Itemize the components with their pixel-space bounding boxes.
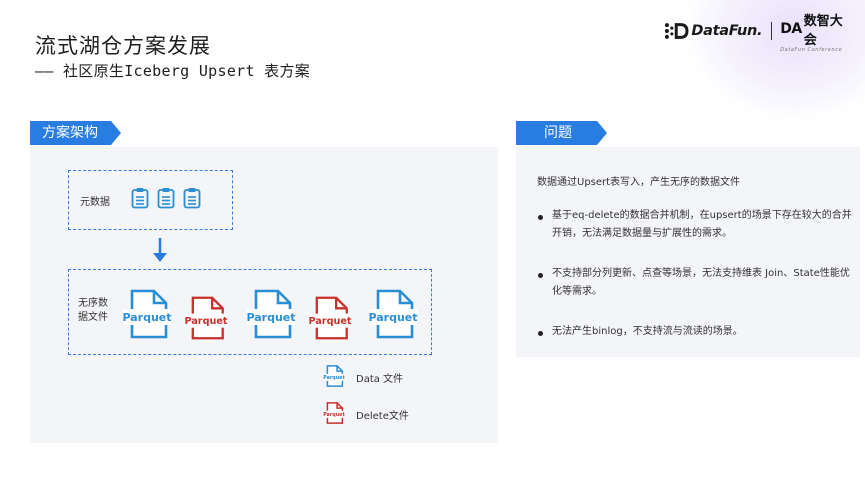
legend-delete-file-icon: Parquet (323, 402, 345, 424)
parquet-data-file-icon: Parquet (122, 289, 172, 339)
problem-item: 基于eq-delete的数据合并机制，在upsert的场景下存在较大的合并开销，… (552, 210, 852, 239)
problems-tag: 问题 (516, 121, 607, 145)
parquet-label: Parquet (323, 412, 345, 418)
clipboard-icon (183, 188, 201, 209)
parquet-label: Parquet (122, 311, 171, 324)
down-arrow-icon (153, 238, 167, 262)
slide-title: 流式湖仓方案发展 (35, 34, 211, 58)
brand-logo: DataFun. DA 数智大会 DataFun Conference (664, 14, 854, 53)
da-sub-text: DataFun Conference (780, 46, 843, 53)
da-conference-logo: DA 数智大会 DataFun Conference (780, 10, 854, 53)
legend-data-label: Data 文件 (356, 374, 404, 385)
parquet-data-file-icon: Parquet (246, 289, 296, 339)
bullet-dot (538, 331, 543, 336)
parquet-data-file-icon: Parquet (368, 289, 418, 339)
legend-delete-label: Delete文件 (356, 411, 409, 422)
parquet-label: Parquet (323, 375, 345, 381)
bullet-dot (538, 215, 543, 220)
parquet-label: Parquet (184, 316, 227, 327)
datafun-logo-icon (664, 23, 689, 39)
problem-item: 无法产生binlog，不支持流与流读的场景。 (552, 326, 743, 337)
metadata-label: 元数据 (80, 197, 110, 208)
clipboard-icon (157, 188, 175, 209)
clipboard-icon (131, 188, 149, 209)
data-files-label: 无序数据文件 (78, 298, 108, 323)
problems-intro: 数据通过Upsert表写入，产生无序的数据文件 (537, 177, 741, 188)
parquet-delete-file-icon: Parquet (184, 296, 228, 340)
da-wordmark: DA (780, 20, 802, 37)
datafun-wordmark: DataFun. (691, 23, 763, 39)
parquet-label: Parquet (246, 311, 295, 324)
da-chinese-wordmark: 数智大会 (803, 13, 843, 48)
architecture-tag: 方案架构 (30, 121, 121, 145)
problem-item: 不支持部分列更新、点查等场景，无法支持维表 Join、State性能优化等需求。 (552, 268, 850, 297)
bullet-dot (538, 273, 543, 278)
parquet-delete-file-icon: Parquet (308, 296, 352, 340)
parquet-label: Parquet (308, 316, 351, 327)
slide-subtitle: —— 社区原生Iceberg Upsert 表方案 (35, 62, 311, 80)
legend-data-file-icon: Parquet (323, 365, 345, 387)
parquet-label: Parquet (368, 311, 417, 324)
brand-divider (771, 22, 773, 40)
